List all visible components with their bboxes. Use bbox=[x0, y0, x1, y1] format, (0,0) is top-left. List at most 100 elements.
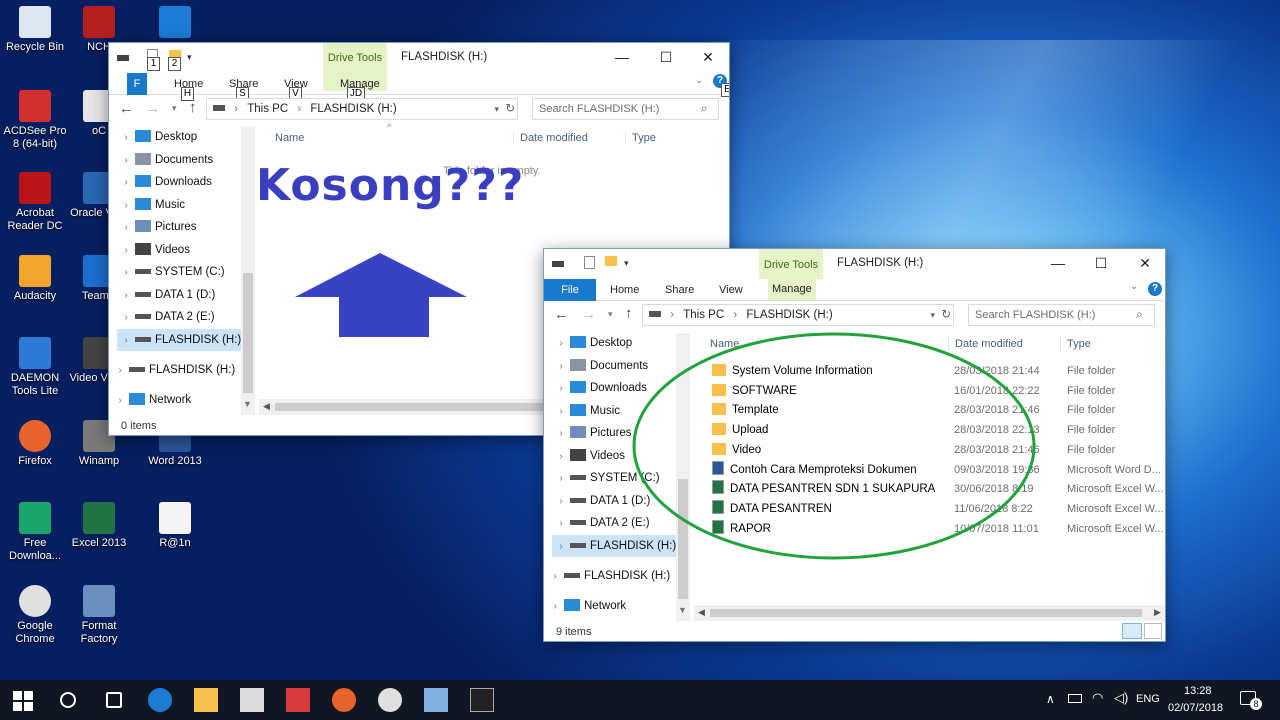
help-icon[interactable]: ? bbox=[1148, 282, 1162, 296]
clock-date[interactable]: 02/07/2018 bbox=[1168, 702, 1223, 714]
chevron-right-icon[interactable]: › bbox=[117, 172, 135, 194]
chevron-right-icon[interactable]: › bbox=[552, 423, 570, 445]
chevron-right-icon[interactable]: › bbox=[117, 150, 135, 172]
nav-item-flashdisk-root[interactable]: › FLASHDISK (H:) bbox=[111, 359, 235, 381]
desktop-icon-acrobat[interactable]: Acrobat Reader DC bbox=[0, 172, 70, 233]
chevron-right-icon[interactable]: › bbox=[552, 356, 570, 378]
nav-item-documents[interactable]: › Documents bbox=[117, 149, 241, 171]
horizontal-scrollbar-thumb[interactable] bbox=[275, 403, 575, 411]
desktop-icon-recycle-bin[interactable]: Recycle Bin bbox=[0, 6, 70, 54]
nav-item-network[interactable]: › Network bbox=[546, 595, 626, 617]
file-explorer-icon[interactable] bbox=[194, 688, 218, 712]
scroll-down-icon[interactable]: ▼ bbox=[678, 605, 687, 615]
chevron-right-icon[interactable]: › bbox=[117, 307, 135, 329]
title-bar[interactable]: ▾ Drive Tools FLASHDISK (H:) — ☐ ✕ bbox=[544, 249, 1165, 279]
store-icon[interactable] bbox=[240, 688, 264, 712]
back-arrow-icon[interactable]: ← bbox=[119, 100, 134, 117]
expand-ribbon-icon[interactable]: ⌄ bbox=[695, 75, 703, 86]
desktop-icon-format-factory[interactable]: Format Factory bbox=[64, 585, 134, 646]
nav-item-music[interactable]: › Music bbox=[117, 194, 241, 216]
desktop-icon-document[interactable]: R@1n bbox=[140, 502, 210, 550]
large-icons-view-button[interactable] bbox=[1144, 623, 1162, 639]
search-input[interactable]: Search FLASHDISK (H:) bbox=[968, 304, 1155, 326]
desktop-icon-firefox[interactable]: Firefox bbox=[0, 420, 70, 468]
chevron-right-icon[interactable]: › bbox=[552, 491, 570, 513]
chevron-right-icon[interactable]: › bbox=[552, 536, 570, 558]
chevron-right-icon[interactable]: › bbox=[552, 333, 570, 355]
desktop-icon-acdsee[interactable]: ACDSee Pro 8 (64-bit) bbox=[0, 90, 70, 151]
expand-ribbon-icon[interactable]: ⌄ bbox=[1130, 281, 1138, 292]
address-bar[interactable]: › This PC › FLASHDISK (H:) ▾ ↻ bbox=[206, 98, 518, 120]
tab-manage[interactable]: Manage bbox=[768, 279, 816, 300]
chevron-right-icon[interactable]: › bbox=[117, 127, 135, 149]
chevron-right-icon[interactable]: › bbox=[117, 195, 135, 217]
chevron-down-icon[interactable]: ▾ bbox=[624, 258, 636, 270]
start-icon[interactable] bbox=[10, 688, 34, 712]
battery-icon[interactable] bbox=[1068, 694, 1082, 703]
nav-item-desktop[interactable]: › Desktop bbox=[117, 126, 241, 148]
breadcrumb-this-pc[interactable]: This PC bbox=[683, 309, 724, 321]
gift-icon[interactable] bbox=[286, 688, 310, 712]
nav-item-data-1-d[interactable]: › DATA 1 (D:) bbox=[117, 284, 241, 306]
column-type[interactable]: Type bbox=[625, 132, 656, 144]
desktop-icon-chrome[interactable]: Google Chrome bbox=[0, 585, 70, 646]
up-arrow-icon[interactable]: ↑ bbox=[625, 305, 633, 322]
chevron-right-icon[interactable]: › bbox=[117, 262, 135, 284]
scroll-right-icon[interactable]: ▶ bbox=[1154, 607, 1161, 618]
tab-view[interactable]: View bbox=[719, 284, 743, 296]
close-button[interactable]: ✕ bbox=[1134, 255, 1156, 271]
refresh-icon[interactable]: ↻ bbox=[941, 305, 951, 325]
refresh-icon[interactable]: ↻ bbox=[505, 99, 515, 119]
scroll-left-icon[interactable]: ◀ bbox=[698, 607, 705, 618]
chevron-right-icon[interactable]: › bbox=[552, 446, 570, 468]
dropdown-chevron-icon[interactable]: ▾ bbox=[930, 305, 935, 325]
desktop-icon-excel[interactable]: Excel 2013 bbox=[64, 502, 134, 550]
desktop-icon-audacity[interactable]: Audacity bbox=[0, 255, 70, 303]
address-bar[interactable]: › This PC › FLASHDISK (H:) ▾ ↻ bbox=[642, 304, 954, 326]
column-date-modified[interactable]: Date modified bbox=[513, 132, 588, 144]
chevron-right-icon[interactable]: › bbox=[117, 217, 135, 239]
horizontal-scrollbar-thumb[interactable] bbox=[710, 609, 1142, 617]
maximize-button[interactable]: ☐ bbox=[655, 49, 677, 65]
nav-item-network[interactable]: › Network bbox=[111, 389, 191, 411]
search-input[interactable]: Search FLASHDISK (H:) bbox=[532, 98, 719, 120]
tab-file[interactable]: File bbox=[544, 279, 596, 301]
forward-arrow-icon[interactable]: → bbox=[581, 306, 596, 323]
scroll-left-icon[interactable]: ◀ bbox=[263, 401, 270, 412]
close-button[interactable]: ✕ bbox=[697, 49, 719, 65]
tab-share[interactable]: Share bbox=[665, 284, 694, 296]
recent-chevron-icon[interactable]: ▾ bbox=[172, 103, 177, 114]
nav-item-flashdisk-h[interactable]: › FLASHDISK (H:) bbox=[117, 328, 241, 351]
nav-item-data-2-e[interactable]: › DATA 2 (E:) bbox=[117, 306, 241, 328]
desktop-icon-daemon-tools[interactable]: DAEMON Tools Lite bbox=[0, 337, 70, 398]
nav-item-videos[interactable]: › Videos bbox=[117, 239, 241, 261]
volume-icon[interactable]: ◁) bbox=[1114, 690, 1128, 706]
chevron-down-icon[interactable]: ▾ bbox=[187, 52, 199, 64]
breadcrumb-drive[interactable]: FLASHDISK (H:) bbox=[746, 309, 832, 321]
virtualbox-icon[interactable] bbox=[424, 688, 448, 712]
task-view-icon[interactable] bbox=[106, 692, 122, 708]
chrome-icon[interactable] bbox=[378, 688, 402, 712]
chevron-right-icon[interactable]: › bbox=[546, 566, 564, 588]
clock-time[interactable]: 13:28 bbox=[1184, 685, 1212, 697]
firefox-icon[interactable] bbox=[332, 688, 356, 712]
language-indicator[interactable]: ENG bbox=[1136, 693, 1160, 705]
maximize-button[interactable]: ☐ bbox=[1090, 255, 1112, 271]
cmd-icon[interactable] bbox=[470, 688, 494, 712]
chevron-right-icon[interactable]: › bbox=[117, 240, 135, 262]
tab-file[interactable]: F bbox=[127, 73, 147, 95]
title-bar[interactable]: ▾ 1 2 Drive Tools FLASHDISK (H:) — ☐ ✕ bbox=[109, 43, 729, 91]
edge-icon[interactable] bbox=[148, 688, 172, 712]
details-view-button[interactable] bbox=[1122, 623, 1142, 639]
up-arrow-icon[interactable]: ↑ bbox=[189, 99, 197, 116]
chevron-right-icon[interactable]: › bbox=[117, 285, 135, 307]
search-icon[interactable] bbox=[60, 692, 76, 708]
scroll-down-icon[interactable]: ▼ bbox=[243, 399, 252, 409]
minimize-button[interactable]: — bbox=[611, 49, 633, 65]
column-type[interactable]: Type bbox=[1060, 338, 1091, 350]
forward-arrow-icon[interactable]: → bbox=[145, 100, 160, 117]
minimize-button[interactable]: — bbox=[1047, 255, 1069, 271]
properties-icon[interactable] bbox=[584, 256, 595, 269]
breadcrumb-this-pc[interactable]: This PC bbox=[247, 103, 288, 115]
chevron-right-icon[interactable]: › bbox=[552, 401, 570, 423]
